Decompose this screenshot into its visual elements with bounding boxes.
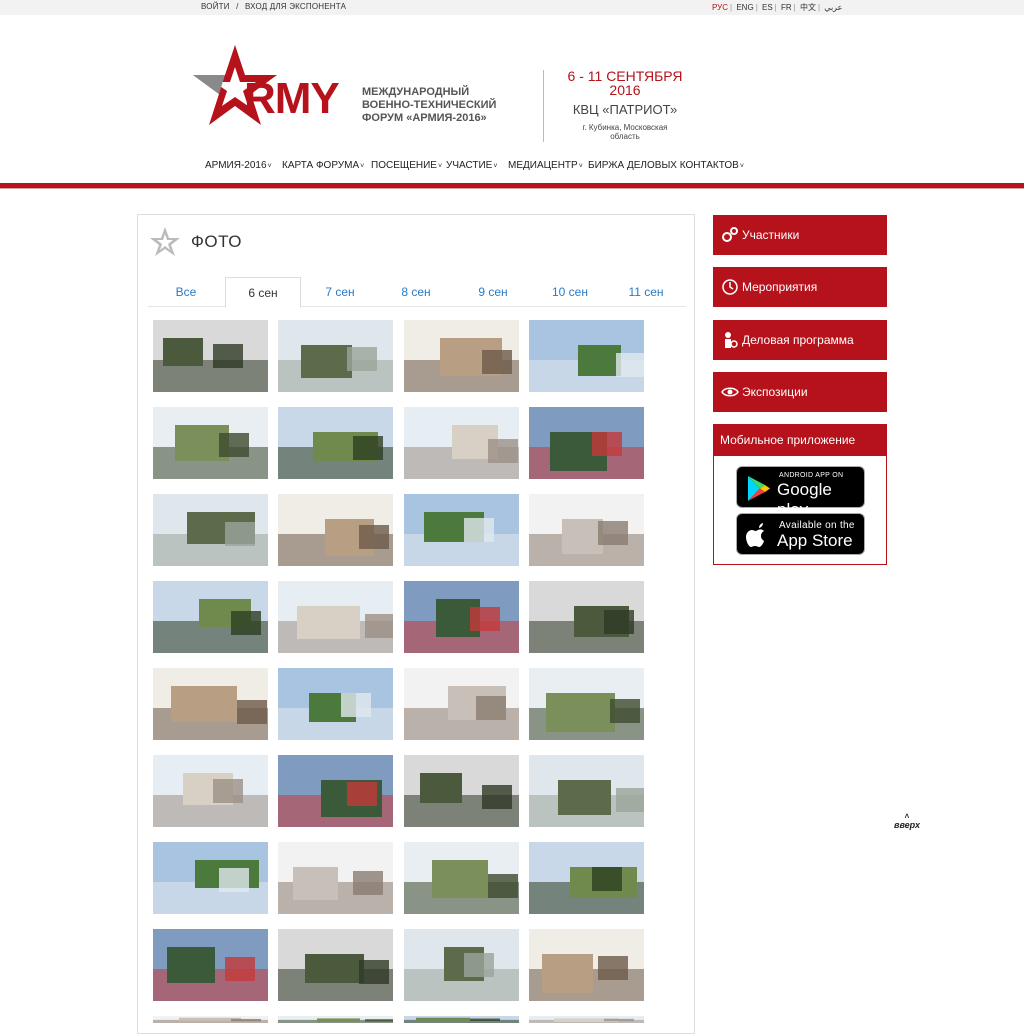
photo-thumbnail[interactable] (153, 929, 268, 1001)
photo-thumbnail[interactable] (529, 755, 644, 827)
lang-es[interactable]: ES (762, 3, 773, 12)
nav-item-participation[interactable]: УЧАСТИЕ (446, 160, 497, 171)
star-icon (150, 227, 180, 256)
photo-thumbnail[interactable] (278, 320, 393, 392)
gears-icon (722, 227, 738, 242)
tab-sep-8[interactable]: 8 сен (378, 277, 454, 308)
tab-sep-11[interactable]: 11 сен (608, 277, 684, 308)
photo-thumbnail[interactable] (278, 581, 393, 653)
photo-thumbnail[interactable] (278, 842, 393, 914)
lang-zh[interactable]: 中文 (800, 3, 816, 12)
header-divider (543, 70, 544, 142)
photo-thumbnail[interactable] (153, 494, 268, 566)
tab-all[interactable]: Все (148, 277, 224, 308)
photo-thumbnail[interactable] (529, 494, 644, 566)
lang-en[interactable]: ENG (736, 3, 753, 12)
account-links: ВОЙТИ / ВХОД ДЛЯ ЭКСПОНЕНТА (201, 2, 350, 11)
mobile-app-title: Мобильное приложение (714, 425, 886, 456)
app-store-small-text: Available on the (779, 520, 855, 531)
event-city: г. Кубинка, Московская область (582, 123, 668, 141)
photo-thumbnail[interactable] (153, 407, 268, 479)
photo-thumbnail[interactable] (153, 1016, 268, 1023)
lang-ru[interactable]: РУС (712, 3, 728, 12)
photo-thumbnail[interactable] (404, 581, 519, 653)
photo-thumbnail[interactable] (404, 320, 519, 392)
apple-icon (746, 523, 764, 547)
clock-icon (722, 279, 738, 295)
photo-thumbnail[interactable] (278, 929, 393, 1001)
eye-icon (721, 387, 739, 397)
photo-thumbnail[interactable] (529, 407, 644, 479)
mobile-app-box: Мобильное приложение ANDROID APP ON Goog… (713, 424, 887, 565)
photo-thumbnail[interactable] (404, 842, 519, 914)
event-venue: КВЦ «ПАТРИОТ» (572, 102, 678, 117)
app-store-badge[interactable]: Available on the App Store (736, 513, 865, 555)
participants-button[interactable]: Участники (713, 215, 887, 255)
photo-thumbnail[interactable] (529, 929, 644, 1001)
nav-item-visit[interactable]: ПОСЕЩЕНИЕ (371, 160, 442, 171)
google-play-small-text: ANDROID APP ON (779, 472, 844, 479)
scroll-to-top-button[interactable]: ˄ вверх (892, 813, 922, 831)
nav-item-contacts[interactable]: БИРЖА ДЕЛОВЫХ КОНТАКТОВ (588, 160, 744, 171)
photo-thumbnail[interactable] (404, 755, 519, 827)
day-tabs: Все 6 сен 7 сен 8 сен 9 сен 10 сен 11 се… (148, 277, 686, 308)
nav-item-map[interactable]: КАРТА ФОРУМА (282, 160, 364, 171)
events-label: Мероприятия (742, 280, 818, 294)
logo-subtitle: МЕЖДУНАРОДНЫЙ ВОЕННО-ТЕХНИЧЕСКИЙ ФОРУМ «… (362, 86, 497, 124)
logo-wordmark[interactable]: RMY (244, 77, 340, 121)
login-link[interactable]: ВОЙТИ (201, 2, 230, 11)
speaker-icon (725, 332, 738, 348)
photo-thumbnail[interactable] (404, 407, 519, 479)
participants-label: Участники (742, 228, 800, 242)
scroll-to-top-label: вверх (894, 820, 920, 830)
tab-sep-7[interactable]: 7 сен (302, 277, 378, 308)
photo-thumbnail[interactable] (153, 320, 268, 392)
photo-thumbnail[interactable] (153, 755, 268, 827)
business-program-label: Деловая программа (742, 333, 854, 347)
photo-thumbnail[interactable] (278, 407, 393, 479)
expositions-label: Экспозиции (742, 385, 808, 399)
photo-thumbnail[interactable] (278, 668, 393, 740)
nav-item-army[interactable]: АРМИЯ-2016 (205, 160, 272, 171)
tab-sep-10[interactable]: 10 сен (532, 277, 608, 308)
exhibitor-login-link[interactable]: ВХОД ДЛЯ ЭКСПОНЕНТА (245, 2, 346, 11)
nav-item-media[interactable]: МЕДИАЦЕНТР (508, 160, 583, 171)
photo-thumbnail[interactable] (404, 929, 519, 1001)
events-button[interactable]: Мероприятия (713, 267, 887, 307)
photo-thumbnail[interactable] (529, 842, 644, 914)
photo-thumbnail[interactable] (278, 1016, 393, 1023)
tab-sep-6[interactable]: 6 сен (225, 277, 301, 308)
photo-thumbnail[interactable] (529, 668, 644, 740)
page-title: ФОТО (191, 232, 242, 251)
lang-ar[interactable]: عربي (824, 3, 842, 12)
language-switcher: РУС | ENG | ES | FR | 中文 | عربي (712, 3, 843, 12)
lang-fr[interactable]: FR (781, 3, 792, 12)
photo-thumbnail[interactable] (153, 668, 268, 740)
google-play-icon (748, 476, 770, 501)
photo-thumbnail[interactable] (529, 581, 644, 653)
photo-thumbnail[interactable] (278, 494, 393, 566)
event-dates: 6 - 11 СЕНТЯБРЯ 2016 (567, 68, 683, 98)
photo-thumbnail[interactable] (529, 320, 644, 392)
divider: / (236, 2, 239, 11)
photo-thumbnail[interactable] (404, 668, 519, 740)
photo-thumbnail[interactable] (278, 755, 393, 827)
app-store-text: App Store (777, 531, 853, 550)
expositions-button[interactable]: Экспозиции (713, 372, 887, 412)
photo-thumbnail[interactable] (404, 494, 519, 566)
photo-thumbnail[interactable] (153, 581, 268, 653)
photo-thumbnail[interactable] (404, 1016, 519, 1023)
business-program-button[interactable]: Деловая программа (713, 320, 887, 360)
top-bar: ВОЙТИ / ВХОД ДЛЯ ЭКСПОНЕНТА РУС | ENG | ES… (0, 0, 1024, 15)
photo-thumbnail[interactable] (529, 1016, 644, 1023)
google-play-badge[interactable]: ANDROID APP ON Google play (736, 466, 865, 519)
photo-gallery-panel: ФОТО Все 6 сен 7 сен 8 сен 9 сен 10 сен … (137, 214, 695, 1034)
tab-sep-9[interactable]: 9 сен (455, 277, 531, 308)
photo-thumbnail[interactable] (153, 842, 268, 914)
